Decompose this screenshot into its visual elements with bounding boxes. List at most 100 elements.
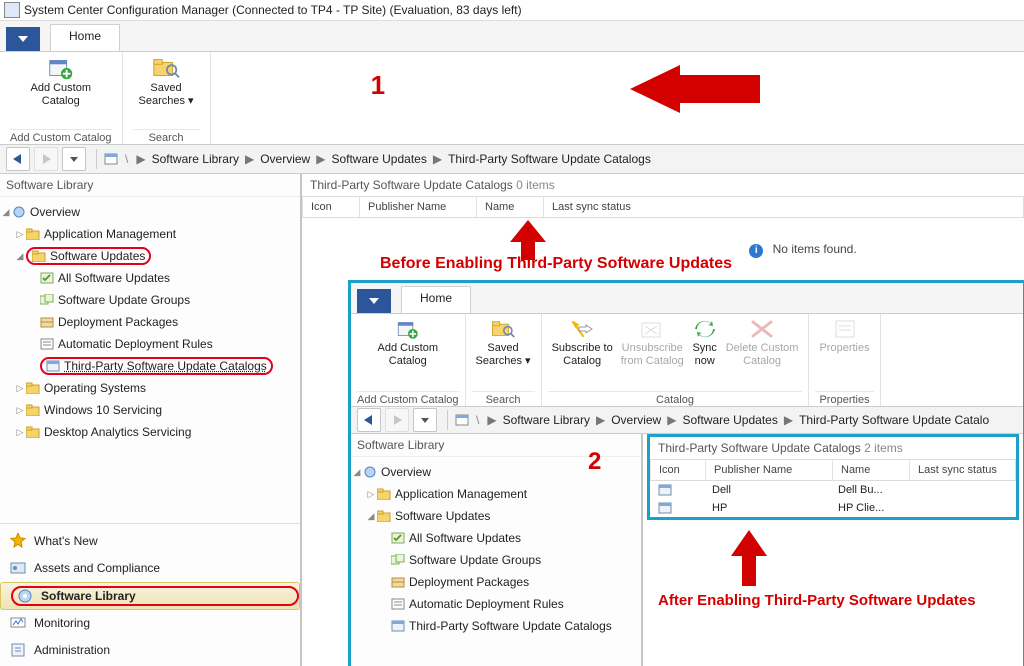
folder-icon [32, 250, 46, 262]
tab-home[interactable]: Home [50, 24, 120, 51]
tree-software-update-groups[interactable]: Software Update Groups [58, 293, 190, 307]
inset-col-name[interactable]: Name [832, 460, 909, 480]
inset-col-last-sync[interactable]: Last sync status [909, 460, 1015, 480]
catalog-add-icon [46, 56, 76, 80]
row-1-publisher: HP [704, 502, 830, 514]
folder-icon [377, 488, 391, 500]
inset-tree-dep-pkg[interactable]: Deployment Packages [409, 575, 529, 589]
inset-subscribe-button[interactable]: Subscribe to Catalog [552, 318, 613, 368]
tree-overview[interactable]: Overview [30, 205, 80, 219]
inset-crumb-1[interactable]: Overview [611, 413, 661, 427]
inset-tree-all-su[interactable]: All Software Updates [409, 531, 521, 545]
navigation-pane: Software Library ◢ Overview ▷ Applicatio… [0, 174, 302, 666]
inset-tree-overview[interactable]: Overview [381, 465, 431, 479]
properties-icon [832, 318, 858, 340]
add-custom-catalog-button[interactable]: Add Custom Catalog [16, 56, 106, 108]
crumb-2[interactable]: Software Updates [331, 152, 426, 166]
deployment-packages-icon [391, 576, 405, 588]
row-0-name: Dell Bu... [830, 484, 906, 496]
wunderbar-administration-label: Administration [34, 643, 110, 657]
wunderbar-whats-new-label: What's New [34, 534, 98, 548]
wunderbar-whats-new[interactable]: What's New [0, 528, 300, 555]
inset-crumb-3[interactable]: Third-Party Software Update Catalo [799, 413, 989, 427]
folder-icon [26, 426, 40, 438]
inset-properties-button[interactable]: Properties [819, 318, 869, 355]
table-row[interactable]: HP HP Clie... [650, 499, 1016, 517]
inset-saved-searches-button[interactable]: Saved Searches ▾ [476, 318, 531, 368]
crumb-0[interactable]: Software Library [152, 152, 239, 166]
table-row[interactable]: Dell Dell Bu... [650, 481, 1016, 499]
inset-crumb-2[interactable]: Software Updates [682, 413, 777, 427]
catalog-icon [658, 484, 672, 496]
inset-list-title: Third-Party Software Update Catalogs [658, 441, 861, 455]
nav-dropdown-button[interactable] [62, 147, 86, 171]
tree-third-party-catalogs[interactable]: Third-Party Software Update Catalogs [64, 359, 267, 373]
inset-crumb-0[interactable]: Software Library [503, 413, 590, 427]
location-icon [103, 151, 119, 167]
col-name[interactable]: Name [476, 197, 543, 217]
inset-tab-home[interactable]: Home [401, 286, 471, 313]
updates-icon [391, 532, 405, 544]
highlight-software-updates: Software Updates [26, 247, 151, 265]
folder-icon [26, 404, 40, 416]
inset-nav-forward-button[interactable] [385, 408, 409, 432]
star-icon [10, 533, 26, 549]
inset-col-publisher[interactable]: Publisher Name [705, 460, 832, 480]
inset-add-custom-catalog-button[interactable]: Add Custom Catalog [361, 318, 455, 368]
inset-delete-custom-button[interactable]: Delete Custom Catalog [726, 318, 799, 368]
inset-tree-tpsuc[interactable]: Third-Party Software Update Catalogs [409, 619, 612, 633]
catalog-icon [391, 620, 405, 632]
column-headers[interactable]: Icon Publisher Name Name Last sync statu… [302, 196, 1024, 218]
col-publisher[interactable]: Publisher Name [359, 197, 476, 217]
wunderbar-assets-label: Assets and Compliance [34, 561, 160, 575]
tree-automatic-deployment-rules[interactable]: Automatic Deployment Rules [58, 337, 213, 351]
saved-searches-button[interactable]: Saved Searches ▾ [139, 56, 194, 108]
monitoring-icon [10, 615, 26, 631]
tree-deployment-packages[interactable]: Deployment Packages [58, 315, 178, 329]
crumb-1[interactable]: Overview [260, 152, 310, 166]
tree-software-updates[interactable]: Software Updates [50, 249, 145, 263]
sync-icon [692, 318, 718, 340]
col-icon[interactable]: Icon [302, 197, 359, 217]
inset-sync-now-button[interactable]: Sync now [692, 318, 718, 368]
saved-searches-icon [151, 56, 181, 80]
annotation-arrow-up-2 [729, 530, 769, 586]
wunderbar-software-library[interactable]: Software Library [0, 582, 300, 610]
tree-all-software-updates[interactable]: All Software Updates [58, 271, 170, 285]
ribbon-group-label: Add Custom Catalog [10, 129, 112, 144]
inset-unsubscribe-button[interactable]: Unsubscribe from Catalog [621, 318, 684, 368]
inset-tree-su-groups[interactable]: Software Update Groups [409, 553, 541, 567]
inset-tabstrip: Home [351, 283, 1023, 314]
annotation-after: After Enabling Third-Party Software Upda… [658, 592, 976, 609]
annotation-arrow-1 [630, 65, 760, 113]
inset-nav-dropdown-button[interactable] [413, 408, 437, 432]
add-custom-catalog-label: Add Custom Catalog [30, 82, 91, 108]
wunderbar-assets[interactable]: Assets and Compliance [0, 555, 300, 582]
col-last-sync[interactable]: Last sync status [543, 197, 660, 217]
folder-icon [26, 228, 40, 240]
inset-column-headers[interactable]: Icon Publisher Name Name Last sync statu… [650, 459, 1016, 481]
file-menu-button[interactable] [6, 27, 40, 51]
nav-back-button[interactable] [6, 147, 30, 171]
tree-desktop-analytics[interactable]: Desktop Analytics Servicing [44, 425, 191, 439]
inset-tree-view[interactable]: ◢ Overview ▷ Application Management ◢ So… [351, 457, 641, 666]
nav-forward-button[interactable] [34, 147, 58, 171]
breadcrumb-bar: \ ▶ Software Library ▶ Overview ▶ Softwa… [0, 145, 1024, 174]
update-groups-icon [391, 554, 405, 566]
wunderbar-administration[interactable]: Administration [0, 637, 300, 664]
folder-icon [377, 510, 391, 522]
inset-file-menu-button[interactable] [357, 289, 391, 313]
unsubscribe-icon [639, 318, 665, 340]
crumb-3[interactable]: Third-Party Software Update Catalogs [448, 152, 651, 166]
tree-view[interactable]: ◢ Overview ▷ Application Management ◢ So… [0, 197, 300, 523]
inset-tree-app-mgmt[interactable]: Application Management [395, 487, 527, 501]
inset-col-icon[interactable]: Icon [650, 460, 705, 480]
tree-windows-10-servicing[interactable]: Windows 10 Servicing [44, 403, 162, 417]
folder-icon [26, 382, 40, 394]
inset-tree-adr[interactable]: Automatic Deployment Rules [409, 597, 564, 611]
inset-tree-software-updates[interactable]: Software Updates [395, 509, 490, 523]
wunderbar-monitoring[interactable]: Monitoring [0, 610, 300, 637]
tree-application-management[interactable]: Application Management [44, 227, 176, 241]
tree-operating-systems[interactable]: Operating Systems [44, 381, 146, 395]
inset-nav-back-button[interactable] [357, 408, 381, 432]
